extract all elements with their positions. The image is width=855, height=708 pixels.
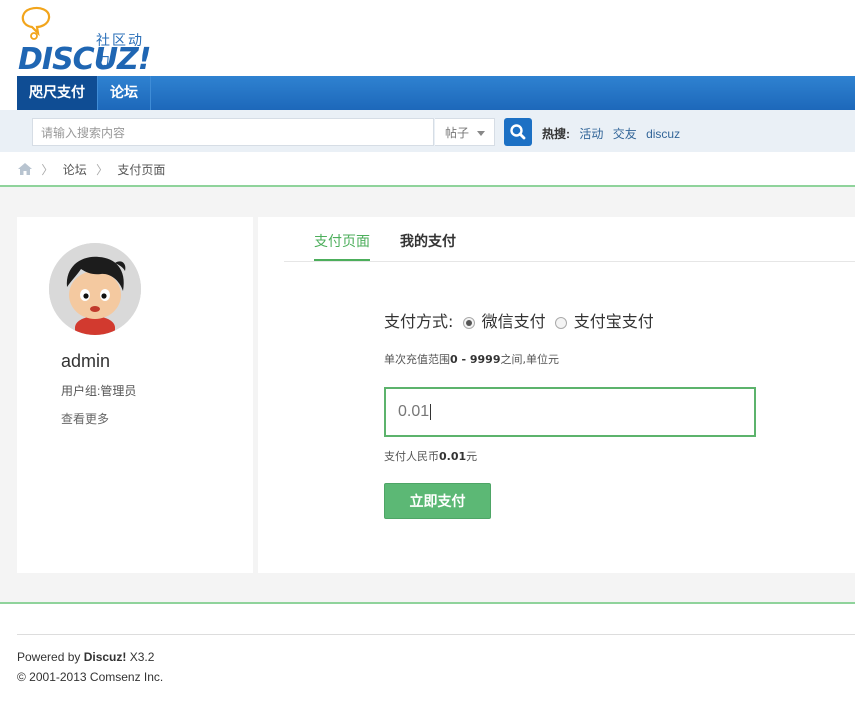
pay-prefix: 支付人民币 — [384, 450, 439, 463]
payment-panel: 支付页面 我的支付 支付方式: 微信支付 支付宝支付 单次充值范围0 - 999… — [258, 217, 855, 573]
radio-alipay-label[interactable]: 支付宝支付 — [574, 312, 654, 331]
footer-powered: Powered by Discuz! X3.2 — [17, 650, 154, 664]
payment-method-group: 支付方式: 微信支付 支付宝支付 — [384, 308, 654, 332]
avatar-image — [49, 243, 141, 335]
hot-term-link[interactable]: 活动 — [579, 127, 603, 141]
pay-amount-text: 支付人民币0.01元 — [384, 448, 477, 464]
radio-wechat[interactable] — [462, 316, 475, 329]
range-suffix: 之间,单位元 — [500, 353, 560, 366]
header: 社区动力 DISCUZ! — [0, 0, 855, 77]
breadcrumb: 〉 论坛 〉 支付页面 — [18, 161, 165, 178]
user-group: 用户组:管理员 — [61, 384, 137, 398]
amount-value: 0.01 — [398, 403, 430, 420]
search-type-select[interactable]: 帖子 — [435, 118, 495, 146]
search-bar: 请输入搜索内容 帖子 热搜: 活动 交友 discuz — [0, 110, 855, 152]
payment-method-label: 支付方式: — [384, 312, 454, 331]
breadcrumb-separator: 〉 — [41, 163, 54, 177]
search-input[interactable]: 请输入搜索内容 — [32, 118, 434, 146]
radio-alipay[interactable] — [554, 316, 567, 329]
site-logo[interactable]: 社区动力 DISCUZ! — [18, 4, 158, 77]
pay-value: 0.01 — [439, 450, 467, 463]
hot-search: 热搜: 活动 交友 discuz — [542, 125, 680, 142]
nav-item-forum[interactable]: 论坛 — [98, 76, 151, 110]
hot-search-label: 热搜: — [542, 127, 570, 141]
search-icon — [510, 124, 526, 140]
user-profile-panel: admin 用户组:管理员 查看更多 — [17, 217, 253, 573]
range-value: 0 - 9999 — [450, 353, 501, 366]
logo-text-en: DISCUZ! — [18, 42, 151, 77]
pay-suffix: 元 — [466, 450, 478, 463]
main-nav: 咫尺支付 论坛 — [17, 76, 855, 110]
breadcrumb-item-pay[interactable]: 支付页面 — [117, 163, 165, 177]
breadcrumb-item-forum[interactable]: 论坛 — [63, 163, 87, 177]
home-icon[interactable] — [18, 163, 32, 175]
text-cursor — [430, 403, 432, 420]
username[interactable]: admin — [61, 351, 110, 372]
chevron-down-icon — [477, 131, 485, 136]
hot-term-link[interactable]: 交友 — [613, 127, 637, 141]
nav-item-pay[interactable]: 咫尺支付 — [17, 76, 98, 110]
recharge-range-text: 单次充值范围0 - 9999之间,单位元 — [384, 351, 559, 367]
footer-divider — [17, 634, 855, 635]
powered-brand-link[interactable]: Discuz! — [84, 650, 127, 664]
range-prefix: 单次充值范围 — [384, 353, 450, 366]
powered-prefix: Powered by — [17, 650, 84, 664]
powered-version: X3.2 — [126, 650, 155, 664]
tab-my-payments[interactable]: 我的支付 — [400, 231, 456, 251]
footer-copyright: © 2001-2013 Comsenz Inc. — [17, 670, 164, 684]
divider — [0, 602, 855, 604]
see-more-link[interactable]: 查看更多 — [61, 410, 109, 427]
payment-tabs: 支付页面 我的支付 — [284, 217, 855, 262]
amount-input[interactable]: 0.01 — [384, 387, 756, 437]
speech-bubble-icon — [21, 6, 51, 40]
search-type-label: 帖子 — [445, 126, 470, 140]
breadcrumb-separator: 〉 — [96, 163, 109, 177]
radio-wechat-label[interactable]: 微信支付 — [482, 312, 546, 331]
tab-pay-page[interactable]: 支付页面 — [314, 231, 370, 261]
pay-now-button[interactable]: 立即支付 — [384, 483, 491, 519]
avatar[interactable] — [49, 243, 141, 335]
search-button[interactable] — [504, 118, 532, 146]
hot-term-link[interactable]: discuz — [646, 127, 680, 141]
